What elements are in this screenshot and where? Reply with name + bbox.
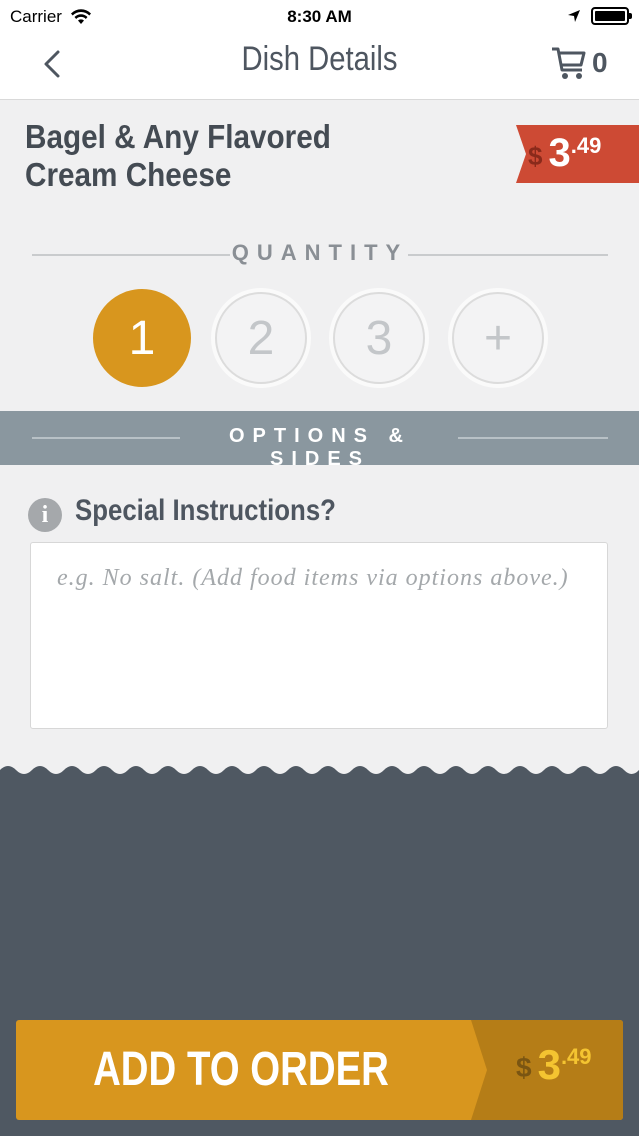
add-price-currency: $ [516,1052,532,1083]
add-to-order-label: ADD TO ORDER [93,1043,389,1096]
dish-title-line2: Cream Cheese [25,156,232,193]
page-title: Dish Details [241,40,398,78]
options-sides-label: OPTIONS & SIDES [228,425,411,470]
price-currency: $ [528,141,543,171]
quantity-increase-button[interactable]: + [452,292,544,384]
clock: 8:30 AM [287,7,352,26]
options-divider-left [32,437,180,439]
cart-icon [552,47,586,79]
cart-count: 0 [592,47,608,78]
price-dollars: 3 [548,131,571,175]
quantity-option-2[interactable]: 2 [215,292,307,384]
dish-price: $ 3 .49 [528,131,601,175]
status-bar: Carrier 8:30 AM [0,0,639,34]
special-instructions-input[interactable]: e.g. No salt. (Add food items via option… [30,542,608,729]
quantity-divider-right [408,254,608,256]
options-divider-right [458,437,608,439]
cart-button[interactable]: 0 [550,44,608,82]
status-right [567,7,632,25]
battery-icon [591,7,632,25]
special-instructions-label: Special Instructions? [75,494,336,527]
add-to-order-price: $ 3 .49 [516,1042,592,1088]
dish-title-line1: Bagel & Any Flavored [25,118,331,155]
add-to-order-button[interactable]: ADD TO ORDER $ 3 .49 [16,1020,623,1120]
add-price-dollars: 3 [537,1041,561,1088]
dish-title: Bagel & Any Flavored Cream Cheese [25,118,349,194]
add-price-cents: .49 [560,1044,592,1069]
options-sides-header: OPTIONS & SIDES [0,411,639,470]
price-cents: .49 [570,133,602,158]
quantity-label: QUANTITY [231,240,409,265]
quantity-option-3[interactable]: 3 [333,292,425,384]
navigation-bar: Dish Details 0 [0,34,639,100]
quantity-option-1[interactable]: 1 [93,289,191,387]
quantity-divider-left [32,254,230,256]
info-icon: i [28,498,62,532]
location-arrow-icon [568,10,580,22]
price-tag: $ 3 .49 [510,125,639,183]
